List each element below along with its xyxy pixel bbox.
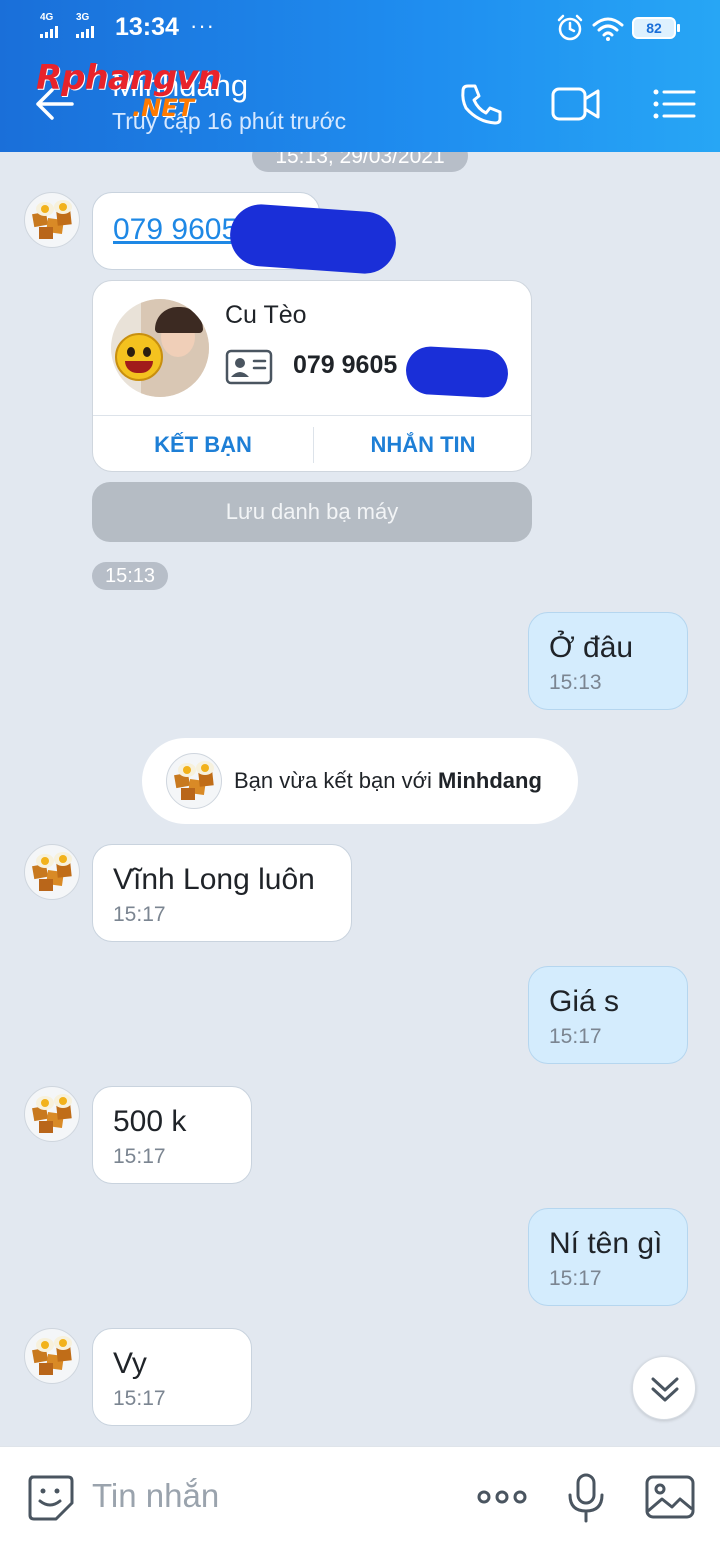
message-time: 15:17 <box>549 1025 602 1048</box>
message-input-bar: Tin nhắn <box>0 1446 720 1544</box>
avatar <box>166 753 222 809</box>
avatar[interactable] <box>24 192 80 248</box>
video-call-icon[interactable] <box>550 78 602 130</box>
battery-indicator: 82 <box>632 17 680 39</box>
redaction-scribble <box>228 202 398 276</box>
chat-area[interactable]: 15:13, 29/03/2021 079 9605 Cu Tèo 079 96… <box>0 152 720 1446</box>
notice-text: Bạn vừa kết bạn với Minhdang <box>234 768 542 793</box>
contact-card-icon <box>225 349 273 385</box>
voice-call-icon[interactable] <box>456 78 508 130</box>
contact-card-phone: 079 9605 <box>293 351 398 379</box>
food-avatar-icon <box>32 200 72 239</box>
message-input[interactable]: Tin nhắn <box>92 1477 219 1515</box>
friend-added-notice: Bạn vừa kết bạn với Minhdang <box>142 738 578 824</box>
message-time: 15:13 <box>549 671 602 694</box>
message-time: 15:17 <box>549 1267 602 1290</box>
message-text: 500 k <box>113 1105 187 1138</box>
food-avatar-icon <box>32 852 72 891</box>
redaction-scribble <box>404 345 510 399</box>
message-text: Vy <box>113 1347 147 1380</box>
message-time: 15:17 <box>113 1145 166 1168</box>
food-avatar-icon <box>174 761 214 800</box>
card-timestamp: 15:13 <box>92 562 168 590</box>
status-bar: 4G 3G 13:34 ··· 82 <box>0 0 720 56</box>
message-bubble-outgoing[interactable]: Giá s 15:17 <box>528 966 688 1064</box>
food-avatar-icon <box>32 1094 72 1133</box>
image-gallery-icon[interactable] <box>644 1471 696 1523</box>
double-chevron-down-icon <box>651 1377 679 1402</box>
chat-header: 4G 3G 13:34 ··· 82 Minhdang Truy cập 16 … <box>0 0 720 152</box>
food-avatar-icon <box>32 1336 72 1375</box>
save-to-contacts-button[interactable]: Lưu danh bạ máy <box>92 482 532 542</box>
avatar[interactable] <box>24 844 80 900</box>
message-bubble-incoming[interactable]: Vĩnh Long luôn 15:17 <box>92 844 352 942</box>
message-text: Vĩnh Long luôn <box>113 863 315 896</box>
watermark-logo: Rphangvn .NET <box>36 58 222 122</box>
microphone-icon[interactable] <box>560 1471 612 1523</box>
network-type-1: 4G <box>40 12 54 23</box>
notification-dots: ··· <box>190 13 215 38</box>
add-friend-button[interactable]: KẾT BẠN <box>93 415 313 471</box>
message-time: 15:17 <box>113 903 166 926</box>
date-separator: 15:13, 29/03/2021 <box>252 152 468 172</box>
contact-card-name: Cu Tèo <box>225 301 307 329</box>
status-clock: 13:34 <box>115 13 179 41</box>
avatar[interactable] <box>24 1086 80 1142</box>
emoji-sticker-icon[interactable] <box>24 1471 76 1523</box>
more-options-icon[interactable] <box>476 1471 528 1523</box>
contact-card-avatar <box>111 299 209 397</box>
message-text: Ở đâu <box>549 631 634 664</box>
message-text: Ní tên gì <box>549 1227 663 1260</box>
avatar[interactable] <box>24 1328 80 1384</box>
signal-icon <box>40 26 58 38</box>
message-time: 15:17 <box>113 1387 166 1410</box>
send-message-button[interactable]: NHẮN TIN <box>313 415 531 471</box>
menu-list-icon[interactable] <box>648 78 700 130</box>
notice-contact-name: Minhdang <box>438 768 542 793</box>
message-bubble-incoming[interactable]: Vy 15:17 <box>92 1328 252 1426</box>
shared-phone-link[interactable]: 079 9605 <box>113 213 238 246</box>
scroll-to-bottom-button[interactable] <box>632 1356 696 1420</box>
message-bubble-outgoing[interactable]: Ở đâu 15:13 <box>528 612 688 710</box>
message-bubble-incoming[interactable]: 500 k 15:17 <box>92 1086 252 1184</box>
network-type-2: 3G <box>76 12 90 23</box>
watermark-main: Rphangvn <box>36 58 222 98</box>
signal-icon <box>76 26 94 38</box>
alarm-icon <box>557 14 583 41</box>
watermark-sub: .NET <box>132 94 194 122</box>
message-bubble-outgoing[interactable]: Ní tên gì 15:17 <box>528 1208 688 1306</box>
wifi-icon <box>592 17 624 41</box>
message-text: Giá s <box>549 985 620 1018</box>
